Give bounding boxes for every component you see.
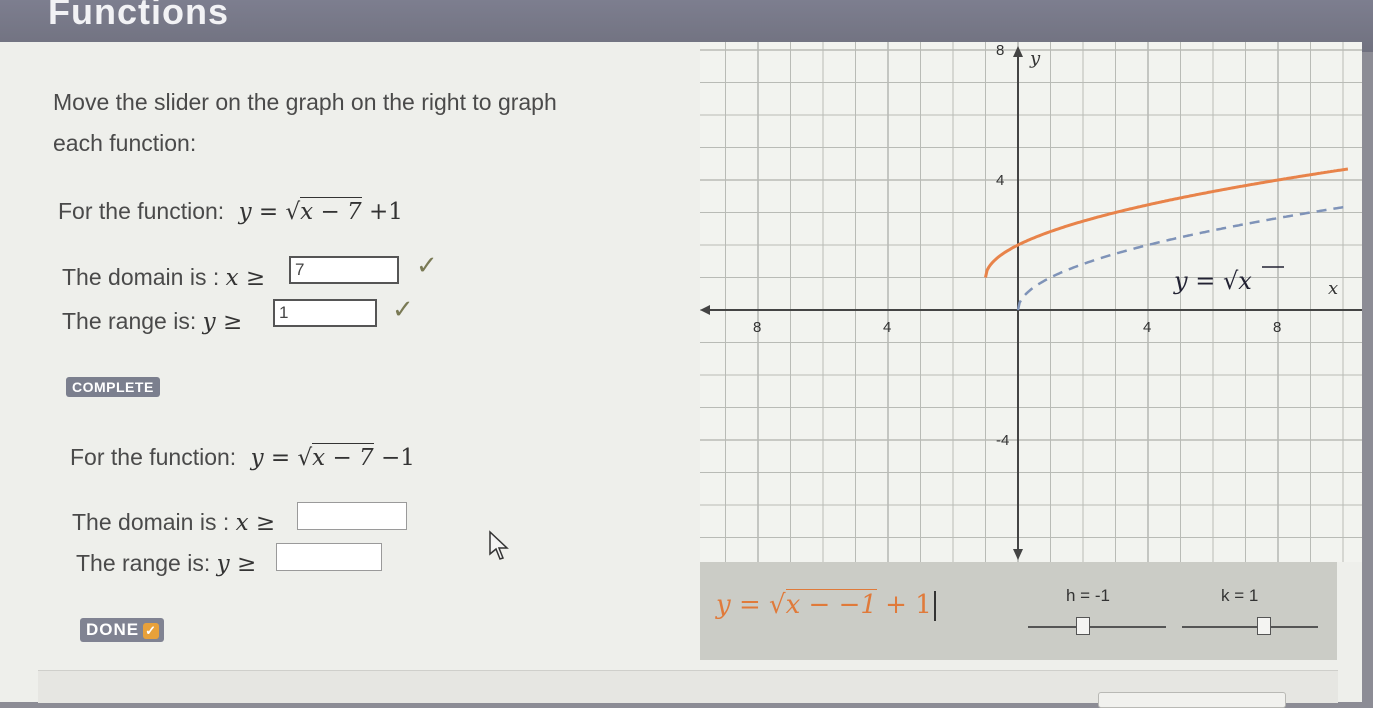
slider-controls: y = √x − −1 + 1 h = -1 k = 1 <box>700 562 1337 660</box>
done-button[interactable]: DONE ✓ <box>80 618 165 642</box>
x-tick-label: 4 <box>883 319 891 336</box>
domain-var: x ≥ <box>235 510 276 536</box>
function-graph[interactable]: 844884-4-8 x y y = √x <box>700 42 1362 562</box>
y-tick-label: 8 <box>996 42 1004 59</box>
svg-text:y = √x: y = √x <box>1173 267 1252 295</box>
ctrl-eq-tail: + 1 <box>885 590 932 620</box>
eq-equals: = <box>258 199 279 225</box>
problem1-prefix: For the function: <box>58 198 225 224</box>
eq-equals: = <box>270 445 291 471</box>
done-check-icon: ✓ <box>143 623 160 639</box>
text-caret <box>933 591 936 621</box>
domain-label-text: The domain is : <box>62 264 220 290</box>
current-equation: y = √x − −1 + 1 <box>716 589 936 621</box>
y-tick-label: -4 <box>996 432 1009 449</box>
ctrl-eq-radicand: x − −1 <box>785 589 877 620</box>
eq-radicand: x − 7 <box>312 443 374 471</box>
problem2-function: For the function: y = √x − 7 −1 <box>70 443 415 471</box>
x-tick-label: 4 <box>1143 319 1151 336</box>
range-label-text: The range is: <box>62 308 197 334</box>
y-axis-label: y <box>1029 48 1041 69</box>
range-var: y ≥ <box>202 309 243 335</box>
k-slider-thumb[interactable] <box>1256 617 1271 635</box>
problem1-function: For the function: y = √x − 7 +1 <box>58 197 403 225</box>
sqrt-icon: √ <box>297 445 313 471</box>
problem2-domain-input[interactable] <box>297 502 407 530</box>
y-tick-label: 4 <box>996 172 1004 189</box>
mouse-pointer-icon <box>489 530 509 560</box>
window-title: Functions <box>48 0 229 32</box>
h-slider-label: h = -1 <box>1066 586 1110 605</box>
h-slider-thumb[interactable] <box>1076 617 1091 635</box>
range-var: y ≥ <box>216 551 257 577</box>
eq-tail: −1 <box>380 445 415 471</box>
ctrl-eq-lhs: y = <box>716 590 761 620</box>
domain-label-text: The domain is : <box>72 509 230 535</box>
instructions-line1: Move the slider on the graph on the righ… <box>53 89 557 115</box>
footer-button[interactable] <box>1098 692 1286 708</box>
eq-radicand: x − 7 <box>300 197 362 225</box>
range-label-text: The range is: <box>76 550 211 576</box>
x-tick-label: 8 <box>1273 319 1281 336</box>
eq-y: y <box>238 199 252 225</box>
problem1-domain-check-icon: ✓ <box>416 250 438 280</box>
problem2-range-label: The range is: y ≥ <box>76 550 256 577</box>
ctrl-sqrt-icon: √ <box>769 590 786 620</box>
problem2-equation: y = √x − 7 −1 <box>250 443 415 471</box>
x-axis-label: x <box>1328 278 1338 299</box>
problem1-equation: y = √x − 7 +1 <box>238 197 403 225</box>
eq-y: y <box>250 445 264 471</box>
problem2-domain-label: The domain is : x ≥ <box>72 509 275 536</box>
x-tick-label: 8 <box>753 319 761 336</box>
problem1-range-check-icon: ✓ <box>392 294 414 324</box>
status-badge: COMPLETE <box>66 377 160 397</box>
problem1-domain-label: The domain is : x ≥ <box>62 264 265 291</box>
sqrt-icon: √ <box>285 199 301 225</box>
eq-tail: +1 <box>368 199 403 225</box>
problem1-domain-input[interactable]: 7 <box>289 256 399 284</box>
problem2-prefix: For the function: <box>70 444 237 470</box>
problem1-range-input[interactable]: 1 <box>273 299 377 327</box>
k-slider-label: k = 1 <box>1221 586 1259 605</box>
instructions-line2: each function: <box>53 130 197 156</box>
graph-background <box>700 42 1362 562</box>
h-slider-track[interactable] <box>1028 626 1166 628</box>
problem1-range-label: The range is: y ≥ <box>62 308 242 335</box>
problem2-range-input[interactable] <box>276 543 382 571</box>
done-button-label: DONE <box>86 620 140 639</box>
k-slider-track[interactable] <box>1182 626 1318 628</box>
domain-var: x ≥ <box>225 265 266 291</box>
